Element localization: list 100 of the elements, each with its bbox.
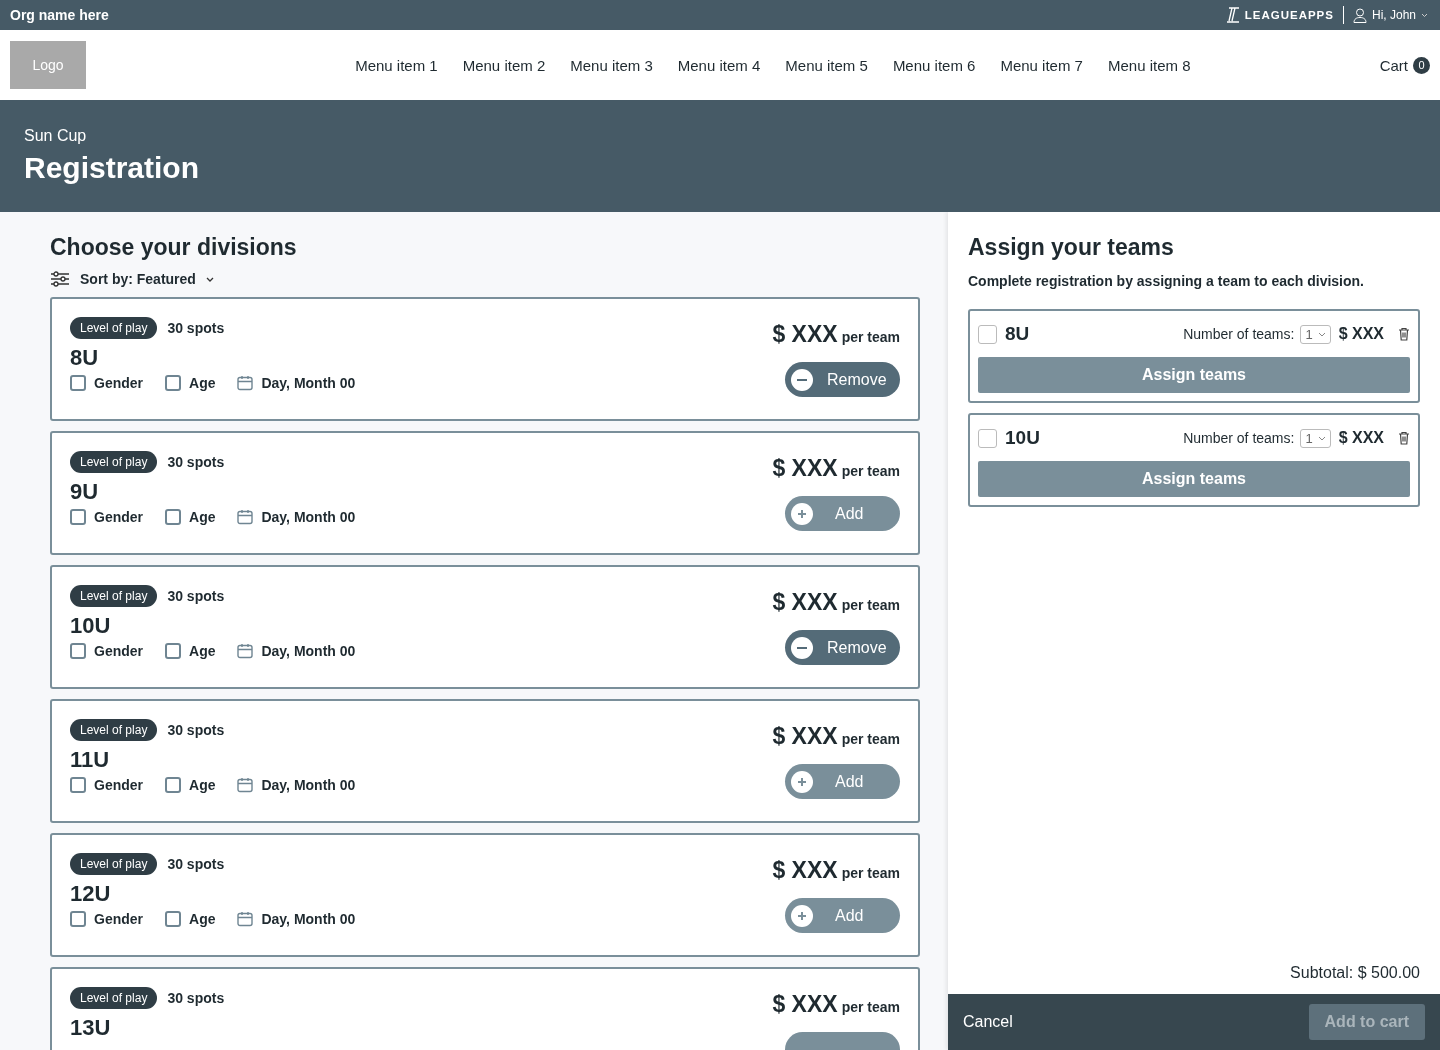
calendar-icon xyxy=(237,777,254,793)
menu-item[interactable]: Menu item 5 xyxy=(785,56,868,74)
option-label: Age xyxy=(189,911,216,927)
subtotal: Subtotal: $ 500.00 xyxy=(1289,964,1420,982)
option-label: Gender xyxy=(94,509,143,525)
section-title: Assign your teams xyxy=(968,234,1175,261)
plus-icon xyxy=(791,502,813,525)
checkbox[interactable] xyxy=(70,911,86,927)
level-tag: Level of play xyxy=(70,317,158,339)
spots-count: 30 spots xyxy=(167,454,225,470)
chevron-down-icon xyxy=(1317,435,1326,441)
team-count-select[interactable]: 1 xyxy=(1300,324,1331,344)
chevron-down-icon xyxy=(205,276,214,282)
option-label: Age xyxy=(189,509,216,525)
remove-button[interactable]: Remove xyxy=(785,630,900,665)
checkbox[interactable] xyxy=(165,643,181,659)
price-unit: per team xyxy=(841,463,900,479)
price-unit: per team xyxy=(841,999,900,1015)
date-label: Day, Month 00 xyxy=(261,375,356,391)
price: $ XXX xyxy=(772,991,838,1018)
checkbox[interactable] xyxy=(70,375,86,391)
division-name: 9U xyxy=(70,479,100,505)
division-name: 8U xyxy=(1005,323,1031,345)
checkbox[interactable] xyxy=(70,643,86,659)
trash-icon[interactable] xyxy=(1398,327,1410,341)
price-unit: per team xyxy=(841,865,900,881)
level-tag: Level of play xyxy=(70,987,158,1009)
brand-logo-icon xyxy=(1225,7,1240,23)
checkbox[interactable] xyxy=(70,777,86,793)
option-label: Age xyxy=(189,777,216,793)
cart-link[interactable]: Cart xyxy=(1379,56,1408,74)
date-label: Day, Month 00 xyxy=(261,643,356,659)
price: $ XXX xyxy=(772,589,838,616)
date-label: Day, Month 00 xyxy=(261,509,356,525)
minus-icon xyxy=(791,636,813,659)
user-icon xyxy=(1352,7,1367,23)
checkbox[interactable] xyxy=(165,777,181,793)
checkbox[interactable] xyxy=(978,428,997,448)
event-name: Sun Cup xyxy=(24,127,88,145)
menu-item[interactable]: Menu item 3 xyxy=(570,56,653,74)
division-name: 10U xyxy=(70,613,112,639)
menu-item[interactable]: Menu item 1 xyxy=(355,56,438,74)
division-name: 12U xyxy=(70,881,112,907)
brand-name: LEAGUEAPPS xyxy=(1244,9,1334,21)
menu-item[interactable]: Menu item 4 xyxy=(677,56,761,74)
option-label: Age xyxy=(189,643,216,659)
trash-icon[interactable] xyxy=(1398,431,1410,445)
spots-count: 30 spots xyxy=(167,320,225,336)
calendar-icon xyxy=(237,375,254,391)
level-tag: Level of play xyxy=(70,451,158,473)
price: $ XXX xyxy=(772,321,838,348)
remove-button[interactable]: Remove xyxy=(785,362,900,397)
user-menu[interactable]: Hi, John xyxy=(1371,8,1416,22)
team-count-label: Number of teams: xyxy=(1183,326,1295,342)
division-name: 8U xyxy=(70,345,100,371)
menu-item[interactable]: Menu item 2 xyxy=(462,56,546,74)
spots-count: 30 spots xyxy=(167,990,225,1006)
menu-item[interactable]: Menu item 7 xyxy=(1000,56,1083,74)
minus-icon xyxy=(791,368,813,391)
option-label: Gender xyxy=(94,777,143,793)
filter-icon xyxy=(50,271,70,287)
price: $ XXX xyxy=(772,857,838,884)
section-description: Complete registration by assigning a team to each division. xyxy=(968,273,1365,289)
division-name: 11U xyxy=(70,747,111,773)
price: $ XXX xyxy=(772,455,838,482)
checkbox[interactable] xyxy=(978,324,997,344)
calendar-icon xyxy=(237,509,254,525)
option-label: Gender xyxy=(94,911,143,927)
level-tag: Level of play xyxy=(70,719,158,741)
option-label: Gender xyxy=(94,643,143,659)
sort-dropdown[interactable]: Sort by: Featured xyxy=(80,271,196,287)
cancel-link[interactable]: Cancel xyxy=(963,1013,1013,1031)
checkbox[interactable] xyxy=(165,911,181,927)
cart-count: 0 xyxy=(1413,56,1430,74)
price: $ XXX xyxy=(1338,429,1384,447)
checkbox[interactable] xyxy=(70,509,86,525)
price: $ XXX xyxy=(772,723,838,750)
calendar-icon xyxy=(237,911,254,927)
team-count-select[interactable]: 1 xyxy=(1300,428,1331,448)
menu-item[interactable]: Menu item 8 xyxy=(1107,56,1191,74)
division-name: 13U xyxy=(70,1015,112,1041)
checkbox[interactable] xyxy=(165,509,181,525)
org-name: Org name here xyxy=(10,7,109,23)
chevron-down-icon xyxy=(1317,331,1326,337)
price-unit: per team xyxy=(841,329,900,345)
section-title: Choose your divisions xyxy=(50,234,298,261)
price: $ XXX xyxy=(1338,325,1384,343)
price-unit: per team xyxy=(841,597,900,613)
option-label: Gender xyxy=(94,375,143,391)
option-label: Age xyxy=(189,375,216,391)
menu-item[interactable]: Menu item 6 xyxy=(892,56,976,74)
checkbox[interactable] xyxy=(165,375,181,391)
plus-icon xyxy=(791,904,813,927)
date-label: Day, Month 00 xyxy=(261,911,356,927)
price-unit: per team xyxy=(841,731,900,747)
page-title: Registration xyxy=(24,151,201,185)
calendar-icon xyxy=(237,643,254,659)
chevron-down-icon xyxy=(1421,12,1428,18)
level-tag: Level of play xyxy=(70,853,158,875)
spots-count: 30 spots xyxy=(167,722,225,738)
